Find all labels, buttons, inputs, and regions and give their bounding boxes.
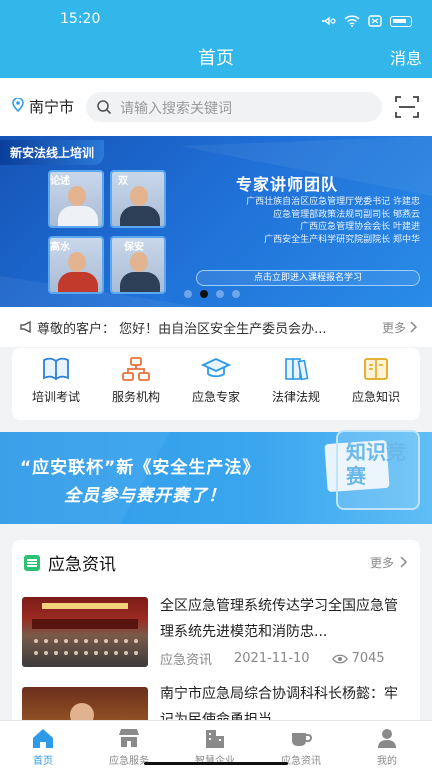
building-icon [206,730,224,748]
tab-home[interactable]: 首页 [0,727,86,767]
quick-link-label: 法律法规 [271,390,320,404]
quick-link-label: 应急知识 [351,390,400,404]
location-selector[interactable]: 南宁市 [29,96,74,117]
book-icon [43,357,69,381]
quick-link-training-exam[interactable]: 培训考试 [16,356,96,405]
quick-link-emergency-knowledge[interactable]: 应急知识 [336,356,416,405]
sim-icon [368,12,382,31]
law-books-icon [285,358,309,381]
cup-icon [292,733,312,746]
user-icon [378,729,396,748]
eye-icon [331,654,348,663]
carousel-dot[interactable] [216,290,224,298]
quick-link-laws[interactable]: 法律法规 [256,356,336,405]
promo-subheadline: 全员参与赛开赛了！ [64,486,226,506]
news-article[interactable]: 全区应急管理系统传达学习全国应急管理系统先进模范和消防忠... 应急资讯 202… [22,597,412,677]
team-member: 应急管理部政策法规司副司长 郇燕云 [273,209,420,220]
news-section-title: 应急资讯 [48,555,116,575]
tab-emergency-service[interactable]: 应急服务 [86,727,172,767]
scan-icon[interactable] [394,94,420,120]
team-member: 广西应急管理协会会长 叶建进 [300,222,420,232]
quick-link-label: 服务机构 [111,390,160,404]
news-list-icon [24,555,40,571]
tab-emergency-news[interactable]: 应急资讯 [258,727,344,767]
article-views-wrap: 7045 [331,651,385,666]
banner-team-list: 广西壮族自治区应急管理厅党委书记 许建忠 应急管理部政策法规司副司长 郇燕云 广… [196,196,420,246]
carousel-dot-active[interactable] [200,290,208,298]
banner-team-title: 专家讲师团队 [236,175,339,194]
home-icon [33,729,53,748]
notice-bar[interactable]: 尊敬的客户： 您好！由自治区安全生产委员会办... 更多 [0,307,432,347]
promo-badge-text: 知识竞赛 [346,440,406,488]
article-date: 2021-11-10 [234,651,310,666]
graduation-cap-icon [201,358,231,378]
notice-text: 尊敬的客户： 您好！由自治区安全生产委员会办... [37,322,327,337]
open-book-icon [364,358,388,380]
search-input[interactable]: 请输入搜索关键词 [86,92,382,122]
photo-caption: 保安 [124,242,144,253]
battery-icon [390,16,412,27]
quick-link-emergency-expert[interactable]: 应急专家 [176,356,256,405]
photo-caption: 论述 [50,176,70,187]
status-bar: 15:20 [0,0,432,40]
search-row: 南宁市 请输入搜索关键词 [0,78,432,136]
search-placeholder: 请输入搜索关键词 [120,101,232,117]
photo-caption: 高水 [50,242,70,253]
news-section: 应急资讯 更多 全区应急管理系统传达学习全国应急管理系统先进模范和消防忠... … [12,540,420,740]
article-thumbnail [22,597,148,667]
megaphone-icon [20,320,31,334]
team-member: 广西安全生产科学研究院副院长 郑中华 [264,234,420,245]
carousel-dot[interactable] [184,290,192,298]
photo-caption: 双 [118,176,128,187]
messages-button[interactable]: 消息 [390,45,422,69]
tab-mine[interactable]: 我的 [344,727,430,767]
article-title: 全区应急管理系统传达学习全国应急管理系统先进模范和消防忠... [160,598,398,640]
wifi-icon [344,12,360,31]
article-views: 7045 [351,651,385,666]
status-icons [320,12,412,31]
chevron-right-icon [400,556,408,568]
shop-icon [119,729,139,747]
quick-link-service-org[interactable]: 服务机构 [96,356,176,405]
status-time: 15:20 [60,11,101,27]
quick-link-label: 应急专家 [191,390,240,404]
promo-headline: “应安联杯”新《安全生产法》 [20,458,261,478]
quick-link-label: 培训考试 [31,390,80,404]
tab-smart-enterprise[interactable]: 智慧企业 [172,727,258,767]
notice-more-link[interactable]: 更多 [382,319,406,336]
notification-mute-icon [320,12,336,31]
org-chart-icon [122,357,150,381]
tab-label: 首页 [33,756,53,767]
team-member: 广西壮族自治区应急管理厅党委书记 许建忠 [246,197,420,207]
news-more-link[interactable]: 更多 [370,554,394,571]
app-header: 首页 消息 [0,40,432,78]
banner-cta-button[interactable]: 点击立即进入课程报名学习 [196,270,420,286]
article-meta: 应急资讯 2021-11-10 7045 [160,649,385,668]
carousel-dot[interactable] [232,290,240,298]
location-pin-icon [12,98,24,112]
quick-links: 培训考试 服务机构 应急专家 法律法规 应急知识 [12,348,420,420]
page-title: 首页 [198,48,234,69]
search-icon [97,100,112,115]
bottom-tab-bar: 首页 应急服务 智慧企业 应急资讯 我的 [0,720,432,768]
carousel-indicator [184,290,240,298]
chevron-right-icon [410,321,418,333]
home-indicator [144,762,288,765]
article-category: 应急资讯 [160,653,213,668]
tab-label: 我的 [377,756,397,767]
